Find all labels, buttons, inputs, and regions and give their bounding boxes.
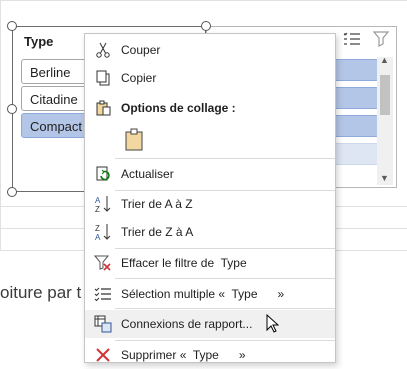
scissors-icon [93,40,113,60]
svg-text:Z: Z [95,224,100,233]
scroll-thumb[interactable] [380,75,390,115]
copy-icon [93,68,113,88]
refresh-icon [93,164,113,184]
menu-item-refresh[interactable]: Actualiser [85,160,335,188]
mouse-cursor-icon [266,313,280,337]
sort-za-icon: ZA [93,222,113,242]
sort-az-icon: AZ [93,194,113,214]
resize-handle[interactable] [7,21,17,31]
menu-item-cut[interactable]: Couper [85,36,335,64]
paste-icon [93,98,113,118]
slicer2-scrollbar[interactable]: ▲ ▼ [377,55,393,185]
scroll-up-icon[interactable]: ▲ [380,55,389,65]
menu-item-sort-az[interactable]: AZ Trier de A à Z [85,190,335,218]
menu-item-multiselect[interactable]: Sélection multiple « Type » [85,280,335,308]
menu-item-sort-za[interactable]: ZA Trier de Z à A [85,218,335,246]
multiselect-icon [93,284,113,304]
resize-handle[interactable] [201,21,211,31]
menu-item-delete[interactable]: Supprimer « Type » [85,341,335,369]
sheet-cell-text: oiture par t [0,283,82,302]
delete-icon [93,345,113,365]
menu-item-copy[interactable]: Copier [85,64,335,92]
resize-handle[interactable] [7,187,17,197]
svg-text:A: A [95,196,101,205]
clear-filter-icon [93,253,113,273]
slicer-title: Type [24,34,54,49]
report-connections-icon [93,314,113,334]
context-menu: Couper Copier Options de collage : Actua… [84,33,336,363]
menu-item-paste-options: Options de collage : [85,94,335,122]
multiselect-toolbar-icon[interactable] [343,31,361,50]
svg-text:A: A [95,233,101,242]
paste-option-button[interactable] [121,126,149,154]
resize-handle[interactable] [7,104,17,114]
menu-item-clear-filter[interactable]: Effacer le filtre de Type [85,249,335,277]
svg-text:Z: Z [95,205,100,214]
clear-filter-toolbar-icon[interactable] [372,31,391,50]
menu-item-report-connections[interactable]: Connexions de rapport... [85,310,335,338]
scroll-down-icon[interactable]: ▼ [380,173,389,183]
